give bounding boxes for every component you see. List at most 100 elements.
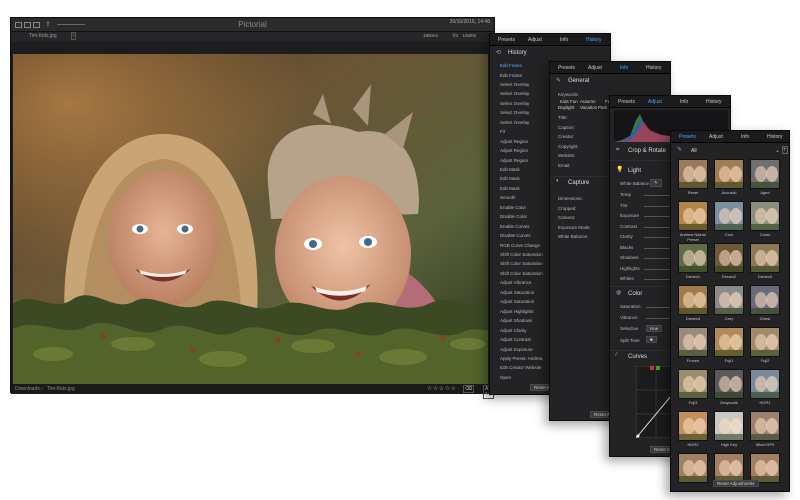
keyword-tag[interactable]: Vacation xyxy=(580,105,597,110)
history-item[interactable]: Edit Mask xyxy=(500,176,520,181)
preset-thumbnail[interactable] xyxy=(750,285,780,315)
keyword-tag[interactable]: Kids xyxy=(560,99,569,104)
curve-green-channel[interactable] xyxy=(656,366,660,370)
preset-thumbnail[interactable] xyxy=(750,201,780,231)
history-item[interactable]: Disable Color xyxy=(500,214,527,219)
tab-info[interactable]: Info xyxy=(560,37,568,43)
history-item[interactable]: Apply Preset: Andrea xyxy=(500,356,542,361)
preset-thumbnail[interactable] xyxy=(750,453,780,483)
breadcrumb-file[interactable]: Tim-Kids.jpg xyxy=(47,386,75,392)
keyword-tag[interactable]: Park xyxy=(598,105,607,110)
history-item[interactable]: Adjust Clarity xyxy=(500,328,527,333)
history-item[interactable]: Adjust Region xyxy=(500,148,528,153)
history-item[interactable]: Disable Curves xyxy=(500,233,531,238)
preset-thumbnail[interactable] xyxy=(750,411,780,441)
history-item[interactable]: Enable Color xyxy=(500,205,526,210)
eyedropper-icon[interactable]: ✎ xyxy=(650,179,662,187)
preset-thumbnail[interactable] xyxy=(678,159,708,189)
photo-canvas[interactable] xyxy=(13,54,488,385)
tab-history[interactable]: History xyxy=(767,134,783,140)
history-item[interactable]: Shift Color Saturation xyxy=(500,261,543,266)
crop-rotate-heading[interactable]: Crop & Rotate xyxy=(628,148,666,154)
tab-info[interactable]: Info xyxy=(741,134,749,140)
tab-history[interactable]: History xyxy=(706,99,722,105)
preset-filter-select[interactable]: All xyxy=(691,148,697,154)
preset-thumbnail[interactable] xyxy=(678,243,708,273)
chevron-down-icon[interactable]: ⌄ xyxy=(775,147,780,154)
tab-info[interactable]: Info xyxy=(680,99,688,105)
history-item[interactable]: Open xyxy=(500,375,511,380)
history-item[interactable]: Smooth xyxy=(500,195,516,200)
breadcrumb-folder[interactable]: Downloads xyxy=(15,386,40,392)
preset-thumbnail[interactable] xyxy=(714,285,744,315)
preset-thumbnail[interactable] xyxy=(678,285,708,315)
history-item[interactable]: Edit Frame xyxy=(500,73,522,78)
selective-dropdown[interactable]: Hue xyxy=(646,325,663,332)
preset-thumbnail[interactable] xyxy=(678,453,708,483)
split-tone-toggle[interactable]: ■ xyxy=(646,336,657,343)
history-item[interactable]: Select Overlay xyxy=(500,91,529,96)
preset-thumbnail[interactable] xyxy=(750,369,780,399)
light-heading[interactable]: Light xyxy=(628,168,641,174)
history-item[interactable]: Adjust Exposure xyxy=(500,347,533,352)
history-item[interactable]: Adjust Saturation xyxy=(500,290,534,295)
preset-thumbnail[interactable] xyxy=(714,453,744,483)
history-item[interactable]: RGB Curve Change xyxy=(500,243,540,248)
rating-stars[interactable]: ☆☆☆☆☆ xyxy=(427,385,456,392)
preset-thumbnail[interactable] xyxy=(750,327,780,357)
tab-adjust[interactable]: Adjust xyxy=(528,37,542,43)
tab-history[interactable]: History xyxy=(586,37,602,43)
info-field-label: Creator: xyxy=(558,134,575,139)
preset-thumbnail[interactable] xyxy=(750,159,780,189)
tab-presets[interactable]: Presets xyxy=(498,37,515,43)
preset-thumbnail[interactable] xyxy=(714,159,744,189)
history-item[interactable]: Adjust Region xyxy=(500,158,528,163)
history-item[interactable]: Adjust Saturation xyxy=(500,299,534,304)
history-item[interactable]: Edit Mask xyxy=(500,167,520,172)
keyword-tag[interactable]: Daylight xyxy=(558,105,574,110)
tab-adjust[interactable]: Adjust xyxy=(709,134,723,140)
tab-presets[interactable]: Presets xyxy=(558,65,575,71)
tab-adjust[interactable]: Adjust xyxy=(588,65,602,71)
history-item[interactable]: Select Overlay xyxy=(500,101,529,106)
keyword-tag[interactable]: Autumn xyxy=(580,99,596,104)
history-item[interactable]: Select Overlay xyxy=(500,82,529,87)
tab-history[interactable]: History xyxy=(646,65,662,71)
info-icon[interactable]: i xyxy=(71,32,77,40)
history-item[interactable]: Adjust Shadows xyxy=(500,318,532,323)
preset-thumbnail[interactable] xyxy=(678,327,708,357)
history-item[interactable]: Adjust Region xyxy=(500,139,528,144)
tab-info[interactable]: Info xyxy=(620,65,628,71)
history-item[interactable]: Edit Frame xyxy=(500,63,522,68)
color-heading[interactable]: Color xyxy=(628,291,642,297)
preset-thumbnail[interactable] xyxy=(714,243,744,273)
history-item[interactable]: Shift Color Saturation xyxy=(500,271,543,276)
curve-red-channel[interactable] xyxy=(650,366,654,370)
reset-adjustments-button[interactable]: Reset Adjustments xyxy=(713,480,759,487)
preset-thumbnail[interactable] xyxy=(714,201,744,231)
preset-thumbnail[interactable] xyxy=(678,369,708,399)
history-item[interactable]: Fit xyxy=(500,129,505,134)
preset-thumbnail[interactable] xyxy=(678,411,708,441)
add-preset-icon[interactable]: + xyxy=(782,146,788,154)
preset-thumbnail[interactable] xyxy=(714,327,744,357)
preset-thumbnail[interactable] xyxy=(714,369,744,399)
history-item[interactable]: Shift Color Saturation xyxy=(500,252,543,257)
history-item[interactable]: Adjust Contrast xyxy=(500,337,531,342)
preset-thumbnail[interactable] xyxy=(750,243,780,273)
keyword-tag[interactable]: Fun xyxy=(570,99,578,104)
history-item[interactable]: Adjust Vibrance xyxy=(500,280,531,285)
curves-heading[interactable]: Curves xyxy=(628,354,647,360)
tab-presets[interactable]: Presets xyxy=(679,134,696,140)
tab-presets[interactable]: Presets xyxy=(618,99,635,105)
history-item[interactable]: Adjust Highlights xyxy=(500,309,534,314)
history-item[interactable]: Edit Creator Website xyxy=(500,365,541,370)
preset-thumbnail[interactable] xyxy=(678,201,708,231)
history-item[interactable]: Select Overlay xyxy=(500,120,529,125)
preset-thumbnail[interactable] xyxy=(714,411,744,441)
history-item[interactable]: Enable Curves xyxy=(500,224,530,229)
trash-icon[interactable]: ⌫ xyxy=(463,385,475,393)
history-item[interactable]: Edit Mask xyxy=(500,186,520,191)
tab-adjust[interactable]: Adjust xyxy=(648,99,662,105)
history-item[interactable]: Select Overlay xyxy=(500,110,529,115)
